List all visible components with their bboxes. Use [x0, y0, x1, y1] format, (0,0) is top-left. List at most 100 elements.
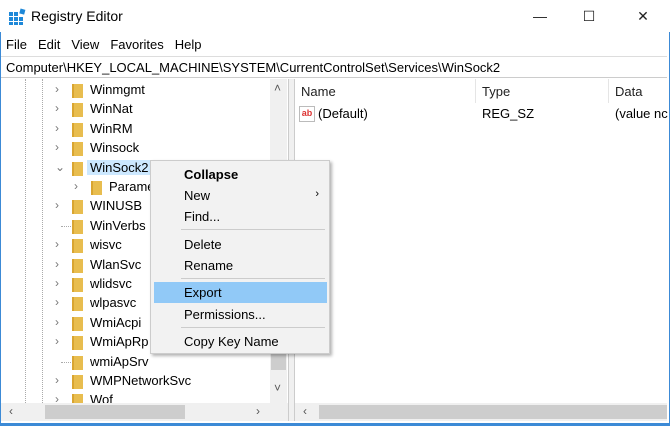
address-bar[interactable]: Computer\HKEY_LOCAL_MACHINE\SYSTEM\Curre…	[1, 56, 667, 78]
menu-edit[interactable]: Edit	[32, 34, 65, 56]
tree-item[interactable]: wmiApSrv	[1, 353, 271, 372]
value-name: (Default)	[318, 106, 368, 121]
tree-item-label: WMPNetworkSvc	[90, 373, 192, 388]
tree-item[interactable]: › WinRM	[1, 120, 271, 139]
scroll-thumb[interactable]	[45, 405, 185, 419]
value-type: REG_SZ	[482, 106, 535, 121]
tree-item[interactable]: › Wof	[1, 391, 271, 403]
tree-item-label: wlpasvc	[90, 295, 137, 311]
tree-item[interactable]: › WinNat	[1, 100, 271, 119]
list-horizontal-scrollbar[interactable]: ‹	[295, 403, 667, 421]
expand-chevron-icon[interactable]: ›	[55, 334, 59, 348]
value-data: (value nc	[615, 106, 668, 121]
menu-help[interactable]: Help	[169, 34, 207, 56]
tree-item[interactable]: › WMPNetworkSvc	[1, 372, 271, 391]
tree-item[interactable]: › Winsock	[1, 139, 271, 158]
expand-chevron-icon[interactable]: ›	[55, 198, 59, 212]
tree-item-label: wmiApSrv	[90, 353, 149, 369]
window-title: Registry Editor	[31, 8, 123, 24]
tree-item-label: WinRM	[90, 120, 133, 136]
tree-item-label: WmiAcpi	[90, 314, 142, 330]
expand-chevron-icon[interactable]: ›	[55, 140, 59, 154]
folder-icon	[72, 375, 83, 389]
maximize-button[interactable]: ☐	[566, 0, 612, 32]
expand-chevron-icon[interactable]: ›	[55, 276, 59, 290]
tree-item-label: Winsock	[90, 140, 140, 156]
tree-item-label: wisvc	[90, 237, 122, 253]
tree-line	[61, 225, 71, 227]
folder-icon	[72, 219, 83, 234]
scroll-thumb[interactable]	[319, 405, 667, 419]
menu-favorites[interactable]: Favorites	[104, 34, 168, 56]
column-divider	[475, 79, 476, 103]
expand-chevron-icon[interactable]: ›	[55, 392, 59, 403]
column-data[interactable]: Data	[615, 84, 642, 99]
expand-chevron-icon[interactable]: ›	[55, 257, 59, 271]
tree-item-label: Wof	[90, 392, 113, 403]
tree-item-label: Winmgmt	[90, 82, 145, 97]
folder-icon	[72, 122, 83, 137]
submenu-arrow-icon: ›	[315, 188, 319, 200]
menu-item-copy-key-name[interactable]: Copy Key Name	[154, 331, 327, 352]
scroll-left-icon[interactable]: ‹	[303, 404, 307, 418]
menu-item-new[interactable]: New ›	[154, 185, 327, 206]
scroll-right-icon[interactable]: ›	[256, 404, 260, 418]
expand-chevron-icon[interactable]: ›	[74, 179, 78, 193]
menu-item-rename[interactable]: Rename	[154, 255, 327, 276]
menu-item-find[interactable]: Find...	[154, 206, 327, 227]
menu-item-delete[interactable]: Delete	[154, 234, 327, 255]
tree-item-label: WinSock2	[87, 159, 152, 175]
column-name[interactable]: Name	[301, 84, 336, 99]
expand-chevron-icon[interactable]: ›	[55, 101, 59, 115]
folder-icon	[72, 161, 83, 176]
folder-icon	[72, 355, 83, 370]
folder-icon	[72, 394, 83, 403]
tree-item-label: WinNat	[90, 101, 133, 117]
scroll-up-icon[interactable]: ˄	[274, 81, 281, 95]
menu-separator	[181, 327, 325, 328]
menu-item-collapse[interactable]: Collapse	[154, 164, 327, 185]
scroll-left-icon[interactable]: ‹	[9, 404, 13, 418]
tree-item-label: WlanSvc	[90, 256, 142, 272]
expand-chevron-icon[interactable]: ›	[55, 295, 59, 309]
folder-icon	[72, 200, 83, 215]
folder-icon	[72, 103, 83, 118]
values-list: Name Type Data ab (Default) REG_SZ (valu…	[295, 79, 669, 403]
menu-item-export[interactable]: Export	[154, 282, 327, 303]
close-button[interactable]: ✕	[620, 0, 666, 32]
folder-icon	[72, 258, 83, 273]
registry-app-icon	[9, 8, 26, 25]
menu-separator	[181, 278, 325, 279]
folder-icon	[72, 84, 83, 98]
tree-item[interactable]: › Winmgmt	[1, 81, 271, 100]
collapse-label: Collapse	[184, 167, 239, 182]
menu-view[interactable]: View	[65, 34, 104, 56]
expand-chevron-icon[interactable]: ⌄	[55, 160, 65, 174]
expand-chevron-icon[interactable]: ›	[55, 373, 59, 387]
folder-icon	[91, 181, 102, 195]
menu-separator	[181, 229, 325, 230]
minimize-button[interactable]: —	[517, 0, 563, 32]
menu-item-permissions[interactable]: Permissions...	[154, 304, 327, 325]
context-menu: Collapse New › Find... Delete Rename Expo…	[150, 160, 330, 354]
scroll-down-icon[interactable]: ˅	[274, 381, 281, 395]
tree-item-label: WINUSB	[90, 198, 142, 214]
new-label: New	[184, 188, 211, 203]
menu-file[interactable]: File	[0, 34, 32, 56]
column-type[interactable]: Type	[482, 84, 510, 99]
menu-bar: File Edit View Favorites Help	[0, 34, 207, 56]
title-bar: Registry Editor — ☐ ✕	[0, 0, 670, 32]
tree-line	[61, 361, 71, 363]
column-divider	[608, 79, 609, 103]
folder-icon	[72, 278, 83, 292]
expand-chevron-icon[interactable]: ›	[55, 315, 59, 329]
folder-icon	[72, 336, 83, 351]
expand-chevron-icon[interactable]: ›	[55, 82, 59, 96]
tree-item-label: WmiApRp	[90, 334, 149, 350]
string-value-icon: ab	[299, 106, 315, 122]
expand-chevron-icon[interactable]: ›	[55, 237, 59, 251]
folder-icon	[72, 239, 83, 254]
tree-horizontal-scrollbar[interactable]: ‹ ›	[1, 403, 288, 421]
folder-icon	[72, 316, 83, 331]
expand-chevron-icon[interactable]: ›	[55, 121, 59, 135]
